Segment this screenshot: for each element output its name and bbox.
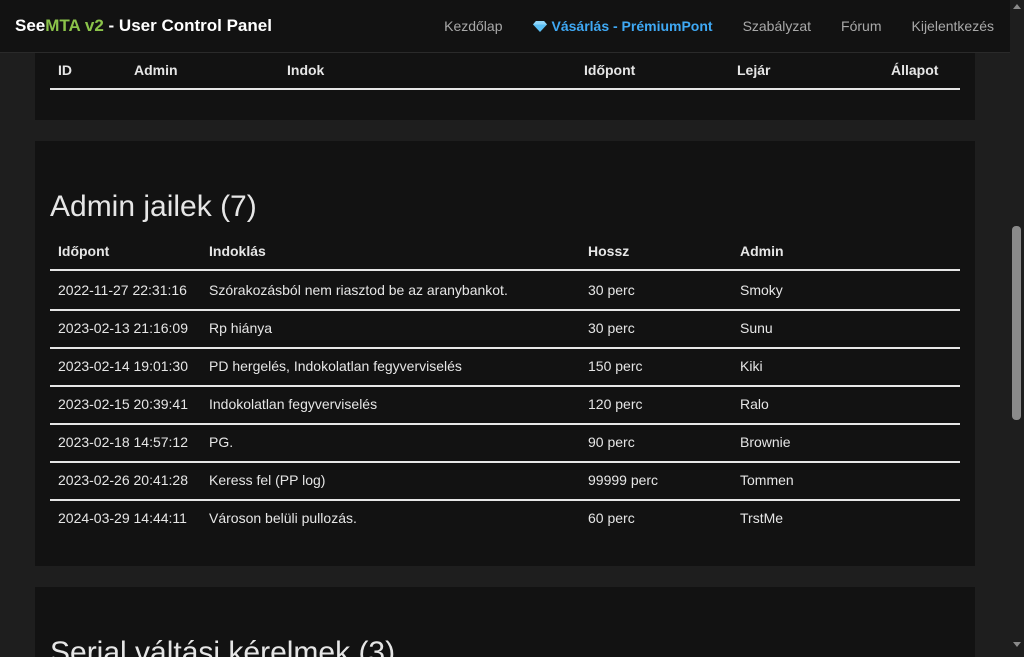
jail-time: 2024-03-29 14:44:11 [58,510,187,526]
jails-card: Admin jailek (7) Időpont Indoklás Hossz … [35,141,975,566]
jail-admin: Ralo [740,396,769,412]
jail-length: 30 perc [588,320,635,336]
nav-link-rules[interactable]: Szabályzat [743,18,811,34]
top-navbar: SeeMTA v2 - User Control Panel Kezdőlap … [0,0,1010,53]
jails-table-header: Időpont Indoklás Hossz Admin [50,233,960,271]
nav-link-forum[interactable]: Fórum [841,18,881,34]
col-reason: Indok [287,62,325,78]
col-length: Hossz [588,243,630,259]
bans-card: ID Admin Indok Időpont Lejár Állapot [35,52,975,120]
jail-row: 2023-02-18 14:57:12 PG. 90 perc Brownie [50,423,960,463]
brand-mta: MTA v2 [45,16,104,35]
nav-link-logout[interactable]: Kijelentkezés [912,18,995,34]
nav-link-premium-label: Vásárlás - PrémiumPont [551,18,713,34]
scrollbar-thumb[interactable] [1012,226,1021,420]
brand-title: - User Control Panel [103,16,272,35]
col-reason: Indoklás [209,243,266,259]
jail-reason: Indokolatlan fegyverviselés [209,396,378,412]
col-admin: Admin [740,243,784,259]
jail-time: 2023-02-15 20:39:41 [58,396,188,412]
col-id: ID [58,62,72,78]
jail-length: 90 perc [588,434,635,450]
page-scrollbar[interactable] [1010,0,1024,651]
nav-link-premium[interactable]: Vásárlás - PrémiumPont [532,18,713,34]
jail-admin: Tommen [740,472,794,488]
jail-row: 2023-02-13 21:16:09 Rp hiánya 30 perc Su… [50,309,960,349]
jail-row: 2022-11-27 22:31:16 Szórakozásból nem ri… [50,271,960,311]
jails-title: Admin jailek (7) [50,190,257,223]
jail-length: 30 perc [588,282,635,298]
gem-icon [532,20,547,32]
jail-reason: Rp hiánya [209,320,273,336]
col-admin: Admin [134,62,178,78]
jail-row: 2023-02-15 20:39:41 Indokolatlan fegyver… [50,385,960,425]
jail-time: 2023-02-26 20:41:28 [58,472,188,488]
jail-time: 2022-11-27 22:31:16 [58,282,187,298]
jail-length: 60 perc [588,510,635,526]
serial-card: Serial váltási kérelmek (3) [35,587,975,657]
jail-admin: Kiki [740,358,763,374]
jail-admin: TrstMe [740,510,784,526]
jail-admin: Smoky [740,282,783,298]
bans-table-header: ID Admin Indok Időpont Lejár Állapot [50,52,960,90]
serial-title: Serial váltási kérelmek (3) [50,636,396,657]
brand-logo[interactable]: SeeMTA v2 - User Control Panel [15,16,272,36]
jail-time: 2023-02-18 14:57:12 [58,434,188,450]
jail-admin: Brownie [740,434,791,450]
jail-reason: Városon belüli pullozás. [209,510,357,526]
col-time: Időpont [584,62,636,78]
jail-row: 2023-02-26 20:41:28 Keress fel (PP log) … [50,461,960,501]
jail-time: 2023-02-13 21:16:09 [58,320,188,336]
jail-reason: Keress fel (PP log) [209,472,326,488]
scroll-down-arrow-icon[interactable] [1013,642,1021,647]
jail-row: 2023-02-14 19:01:30 PD hergelés, Indokol… [50,347,960,387]
jail-length: 99999 perc [588,472,659,488]
jail-reason: Szórakozásból nem riasztod be az aranyba… [209,282,508,298]
nav-link-home[interactable]: Kezdőlap [444,18,502,34]
jail-length: 120 perc [588,396,643,412]
jail-reason: PG. [209,434,234,450]
jail-time: 2023-02-14 19:01:30 [58,358,188,374]
col-time: Időpont [58,243,110,259]
jail-reason: PD hergelés, Indokolatlan fegyverviselés [209,358,462,374]
scroll-up-arrow-icon[interactable] [1013,4,1021,9]
jail-admin: Sunu [740,320,773,336]
brand-see: See [15,16,46,35]
jail-row: 2024-03-29 14:44:11 Városon belüli pullo… [50,499,960,537]
jail-length: 150 perc [588,358,643,374]
col-status: Állapot [891,62,939,78]
nav-links: Kezdőlap Vásárlás - PrémiumPont Szabályz… [414,18,994,34]
col-expires: Lejár [737,62,771,78]
